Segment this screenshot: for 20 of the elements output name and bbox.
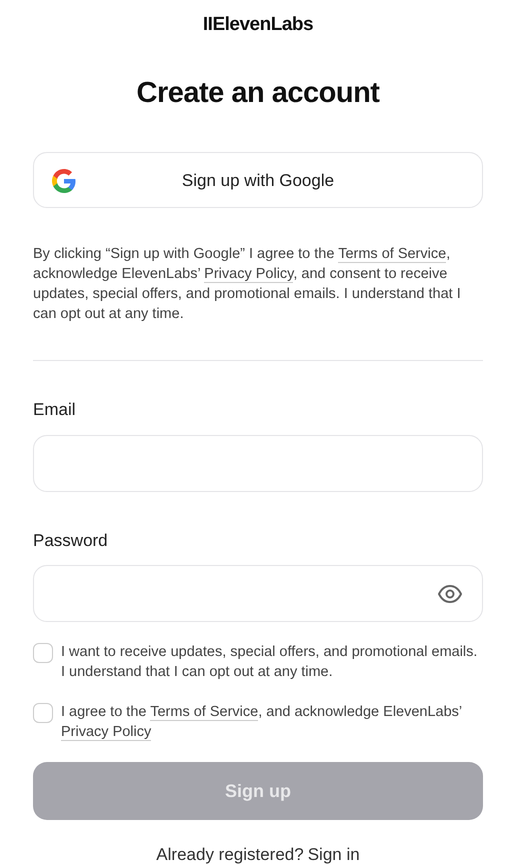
link[interactable]: Privacy Policy (204, 266, 294, 284)
logo: IIElevenLabs (202, 13, 314, 37)
link[interactable]: Terms of Service (338, 246, 446, 264)
email-field[interactable] (33, 434, 483, 492)
consent-text: By clicking “Sign up with Google” I agree to the Terms of Service, acknowledge ElevenLabs’ Privacy Policy, and consent to receive updates, special offers, and promotional emails. I understand that I can opt out at any time. (33, 245, 462, 324)
checkbox[interactable] (33, 703, 53, 724)
signin-link[interactable]: Sign in (308, 842, 360, 865)
signin-prompt: Already registered? (156, 844, 304, 865)
google-signup-button[interactable]: Sign up with Google (33, 152, 483, 208)
eye-icon[interactable] (438, 584, 462, 603)
checkbox[interactable] (33, 643, 53, 664)
link[interactable]: Privacy Policy (61, 724, 152, 742)
google-icon (52, 169, 76, 194)
email-label: Email (33, 399, 77, 422)
checkbox-label: I want to receive updates, special offers, and promotional emails. I understand that I can opt out at any time. (61, 643, 478, 682)
password-label: Password (33, 530, 109, 552)
checkbox-label: I agree to the Terms of Service, and acknowledge ElevenLabs’ Privacy Policy (61, 703, 463, 742)
link[interactable]: Terms of Service (150, 704, 258, 722)
password-field[interactable] (33, 565, 483, 622)
page-title: Create an account (136, 76, 380, 110)
